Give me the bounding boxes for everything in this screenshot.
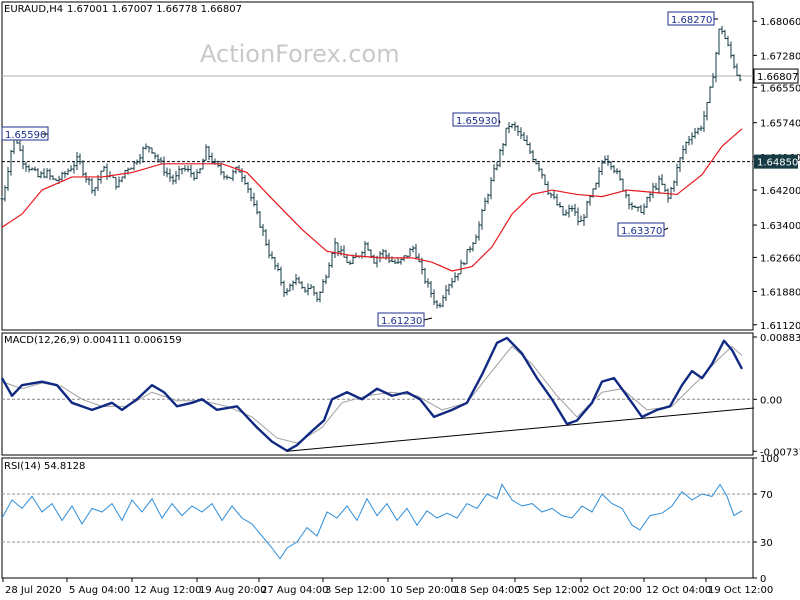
macd-label: MACD(12,26,9) 0.004111 0.006159: [4, 335, 182, 346]
price-tick-label: 1.65740: [760, 119, 800, 130]
rsi-tick-label: 100: [760, 454, 779, 465]
macd-tick-label: 0.008837: [760, 333, 800, 344]
x-tick-label: 10 Sep 20:00: [390, 585, 457, 596]
rsi-tick-label: 0: [760, 574, 766, 585]
x-tick-label: 27 Aug 04:00: [261, 585, 328, 596]
marked-level-value: 1.64850: [757, 158, 798, 169]
x-tick-label: 3 Sep 12:00: [325, 585, 385, 596]
price-header-ohlc: 1.67001 1.67007 1.66778 1.66807: [67, 4, 242, 15]
price-callout-label: 1.68270: [671, 15, 712, 26]
x-tick-label: 5 Aug 04:00: [69, 585, 130, 596]
price-callout-label: 1.65590: [5, 130, 46, 141]
price-header-symbol: EURAUD,H4: [4, 4, 63, 15]
price-tick-label: 1.61880: [760, 288, 800, 299]
rsi-tick-label: 70: [760, 490, 773, 501]
price-tick-label: 1.67280: [760, 51, 800, 62]
price-callout-label: 1.65930: [456, 116, 497, 127]
price-callout-label: 1.61230: [381, 316, 422, 327]
x-tick-label: 19 Oct 12:00: [708, 585, 773, 596]
macd-tick-label: 0.00: [760, 395, 782, 406]
x-tick-label: 18 Sep 04:00: [454, 585, 521, 596]
rsi-tick-label: 30: [760, 538, 773, 549]
x-tick-label: 19 Aug 20:00: [199, 585, 266, 596]
current-price-value: 1.66807: [757, 72, 798, 83]
euraud-chart: ActionForex.com 1.68270 1.65930 1.65590 1.6…: [0, 1, 800, 596]
price-tick-label: 1.64200: [760, 186, 800, 197]
panel-frame-2: [1, 457, 754, 579]
watermark: ActionForex.com: [200, 40, 400, 68]
price-tick-label: 1.66550: [760, 83, 800, 94]
x-tick-label: 25 Sep 12:00: [517, 585, 584, 596]
price-tick-label: 1.62660: [760, 253, 800, 264]
x-tick-label: 28 Jul 2020: [5, 585, 62, 596]
price-tick-label: 1.63400: [760, 221, 800, 232]
price-tick-label: 1.68060: [760, 17, 800, 28]
price-callout-label: 1.63370: [621, 226, 662, 237]
rsi-label: RSI(14) 54.8128: [4, 461, 85, 472]
price-tick-label: 1.61120: [760, 321, 800, 332]
x-tick-label: 12 Aug 12:00: [134, 585, 201, 596]
x-tick-label: 2 Oct 20:00: [583, 585, 642, 596]
x-tick-label: 12 Oct 04:00: [646, 585, 711, 596]
